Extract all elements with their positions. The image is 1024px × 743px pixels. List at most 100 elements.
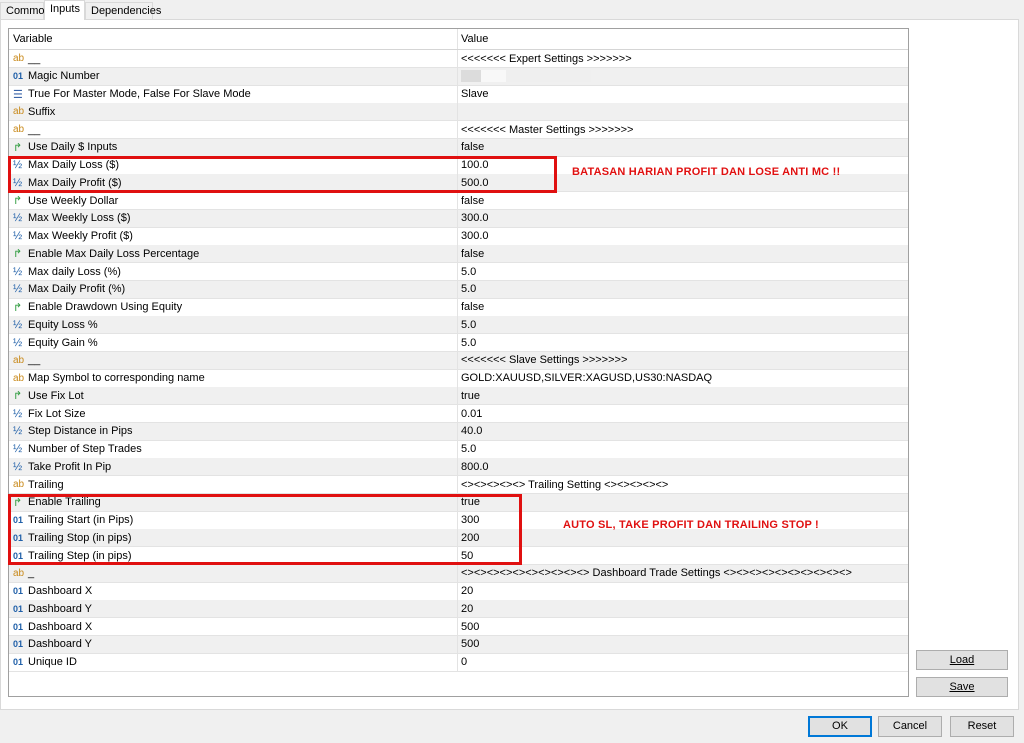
input-row[interactable]: ↱ Use Daily $ Inputs false bbox=[9, 138, 908, 157]
variable-name: True For Master Mode, False For Slave Mo… bbox=[28, 88, 251, 100]
value-cell[interactable]: 5.0 bbox=[458, 263, 908, 280]
load-button[interactable]: Load bbox=[916, 650, 1008, 670]
value-text: 20 bbox=[461, 585, 474, 597]
input-row[interactable]: ½ Equity Gain % 5.0 bbox=[9, 334, 908, 352]
input-row[interactable]: ↱ Use Weekly Dollar false bbox=[9, 192, 908, 210]
column-header-variable[interactable]: Variable bbox=[9, 29, 458, 49]
input-row[interactable]: ab Suffix bbox=[9, 103, 908, 122]
integer-type-icon: 01 bbox=[13, 639, 24, 650]
variable-cell: 01 Dashboard Y bbox=[9, 600, 458, 618]
value-cell[interactable]: 40.0 bbox=[458, 423, 908, 440]
value-text: 40.0 bbox=[461, 425, 483, 438]
value-cell[interactable]: 500 bbox=[458, 618, 908, 635]
variable-cell: ab __ bbox=[9, 351, 458, 369]
variable-name: Unique ID bbox=[28, 656, 77, 668]
input-row[interactable]: ½ Max daily Loss (%) 5.0 bbox=[9, 263, 908, 281]
variable-cell: 01 Unique ID bbox=[9, 653, 458, 671]
value-cell[interactable]: true bbox=[458, 494, 908, 511]
value-cell[interactable]: 0 bbox=[458, 654, 908, 671]
value-text: false bbox=[461, 247, 485, 260]
value-text: 5.0 bbox=[461, 443, 477, 455]
input-row[interactable]: 01 Magic Number bbox=[9, 67, 908, 86]
value-cell[interactable]: 5.0 bbox=[458, 316, 908, 333]
variable-cell: ½ Take Profit In Pip bbox=[9, 458, 458, 476]
value-cell[interactable]: 200 bbox=[458, 529, 908, 546]
input-row[interactable]: 01 Dashboard X 500 bbox=[9, 618, 908, 636]
variable-name: __ bbox=[28, 354, 41, 367]
value-text: <<<<<<< Slave Settings >>>>>>> bbox=[461, 354, 628, 367]
input-row[interactable]: ½ Max Weekly Profit ($) 300.0 bbox=[9, 227, 908, 246]
input-row[interactable]: ab __ <<<<<<< Master Settings >>>>>>> bbox=[9, 121, 908, 139]
value-text: 5.0 bbox=[461, 265, 477, 278]
ok-button[interactable]: OK bbox=[808, 716, 872, 737]
input-row[interactable]: ½ Equity Loss % 5.0 bbox=[9, 316, 908, 335]
value-cell[interactable]: <<<<<<< Expert Settings >>>>>>> bbox=[458, 50, 908, 67]
value-cell[interactable]: <<<<<<< Slave Settings >>>>>>> bbox=[458, 352, 908, 369]
input-row[interactable]: ↱ Enable Max Daily Loss Percentage false bbox=[9, 245, 908, 264]
input-row[interactable]: 01 Unique ID 0 bbox=[9, 653, 908, 672]
value-cell[interactable]: 50 bbox=[458, 547, 908, 564]
value-cell[interactable]: 5.0 bbox=[458, 281, 908, 298]
value-cell[interactable]: true bbox=[458, 387, 908, 404]
value-cell[interactable]: <><><><><> Trailing Setting <><><><><> bbox=[458, 476, 908, 493]
value-cell[interactable]: false bbox=[458, 139, 908, 156]
value-cell[interactable]: false bbox=[458, 299, 908, 316]
value-cell[interactable]: 20 bbox=[458, 583, 908, 600]
value-cell[interactable]: Slave bbox=[458, 86, 908, 103]
variable-name: Dashboard X bbox=[28, 620, 93, 633]
value-cell[interactable]: 5.0 bbox=[458, 441, 908, 458]
variable-cell: ab Map Symbol to corresponding name bbox=[9, 369, 458, 387]
integer-type-icon: 01 bbox=[13, 603, 24, 614]
value-text: 800.0 bbox=[461, 460, 489, 473]
value-text: <<<<<<< Expert Settings >>>>>>> bbox=[461, 52, 632, 65]
variable-cell: ½ Equity Gain % bbox=[9, 334, 458, 351]
input-row[interactable]: ↱ Use Fix Lot true bbox=[9, 387, 908, 406]
value-cell[interactable]: <<<<<<< Master Settings >>>>>>> bbox=[458, 121, 908, 138]
variable-name: __ bbox=[28, 123, 41, 136]
save-button[interactable]: Save bbox=[916, 677, 1008, 697]
reset-button[interactable]: Reset bbox=[950, 716, 1014, 737]
input-row[interactable]: 01 Dashboard Y 20 bbox=[9, 600, 908, 619]
input-row[interactable]: ½ Take Profit In Pip 800.0 bbox=[9, 458, 908, 477]
column-header-value[interactable]: Value bbox=[458, 29, 908, 49]
input-row[interactable]: ½ Max Weekly Loss ($) 300.0 bbox=[9, 209, 908, 228]
variable-cell: ½ Max daily Loss (%) bbox=[9, 263, 458, 280]
value-text: false bbox=[461, 301, 485, 313]
variable-cell: ↱ Enable Max Daily Loss Percentage bbox=[9, 245, 458, 263]
input-row[interactable]: 01 Dashboard X 20 bbox=[9, 582, 908, 601]
variable-name: Enable Drawdown Using Equity bbox=[28, 301, 183, 313]
cancel-button[interactable]: Cancel bbox=[878, 716, 942, 737]
input-row[interactable]: ½ Fix Lot Size 0.01 bbox=[9, 405, 908, 423]
inputs-grid[interactable]: Variable Value ab __ <<<<<<< Expert Settin… bbox=[8, 28, 909, 697]
input-row[interactable]: ½ Number of Step Trades 5.0 bbox=[9, 440, 908, 459]
variable-name: Max Weekly Profit ($) bbox=[28, 230, 133, 242]
value-cell[interactable]: 800.0 bbox=[458, 458, 908, 475]
annotation-box-daily bbox=[8, 156, 557, 193]
value-cell[interactable]: 0.01 bbox=[458, 405, 908, 422]
input-row[interactable]: ☰ True For Master Mode, False For Slave M… bbox=[9, 85, 908, 104]
input-row[interactable]: ½ Max Daily Profit (%) 5.0 bbox=[9, 280, 908, 299]
input-row[interactable]: ↱ Enable Drawdown Using Equity false bbox=[9, 298, 908, 317]
value-cell[interactable]: false bbox=[458, 245, 908, 262]
input-row[interactable]: ½ Step Distance in Pips 40.0 bbox=[9, 422, 908, 441]
value-cell[interactable]: 300.0 bbox=[458, 228, 908, 245]
value-cell[interactable] bbox=[458, 103, 908, 120]
input-row[interactable]: ab Trailing <><><><><> Trailing Setting <>… bbox=[9, 476, 908, 494]
value-cell[interactable]: 5.0 bbox=[458, 334, 908, 351]
value-cell[interactable] bbox=[458, 68, 908, 85]
value-cell[interactable]: 300.0 bbox=[458, 210, 908, 227]
value-cell[interactable]: 500 bbox=[458, 636, 908, 653]
tab-common[interactable]: Common bbox=[0, 2, 51, 19]
tab-inputs[interactable]: Inputs bbox=[44, 0, 85, 20]
input-row[interactable]: ab __ <<<<<<< Slave Settings >>>>>>> bbox=[9, 351, 908, 370]
value-cell[interactable]: GOLD:XAUUSD,SILVER:XAGUSD,US30:NASDAQ bbox=[458, 370, 908, 387]
value-cell[interactable]: <><><><><><><><><><> Dashboard Trade Set… bbox=[458, 565, 908, 582]
input-row[interactable]: 01 Dashboard Y 500 bbox=[9, 635, 908, 654]
save-button-label: Save bbox=[949, 681, 975, 693]
input-row[interactable]: ab _ <><><><><><><><><><> Dashboard Trade … bbox=[9, 564, 908, 583]
tab-dependencies[interactable]: Dependencies bbox=[85, 2, 161, 19]
input-row[interactable]: ab __ <<<<<<< Expert Settings >>>>>>> bbox=[9, 50, 908, 68]
input-row[interactable]: ab Map Symbol to corresponding name GOLD:X… bbox=[9, 369, 908, 388]
value-cell[interactable]: 20 bbox=[458, 600, 908, 617]
value-cell[interactable]: false bbox=[458, 192, 908, 209]
